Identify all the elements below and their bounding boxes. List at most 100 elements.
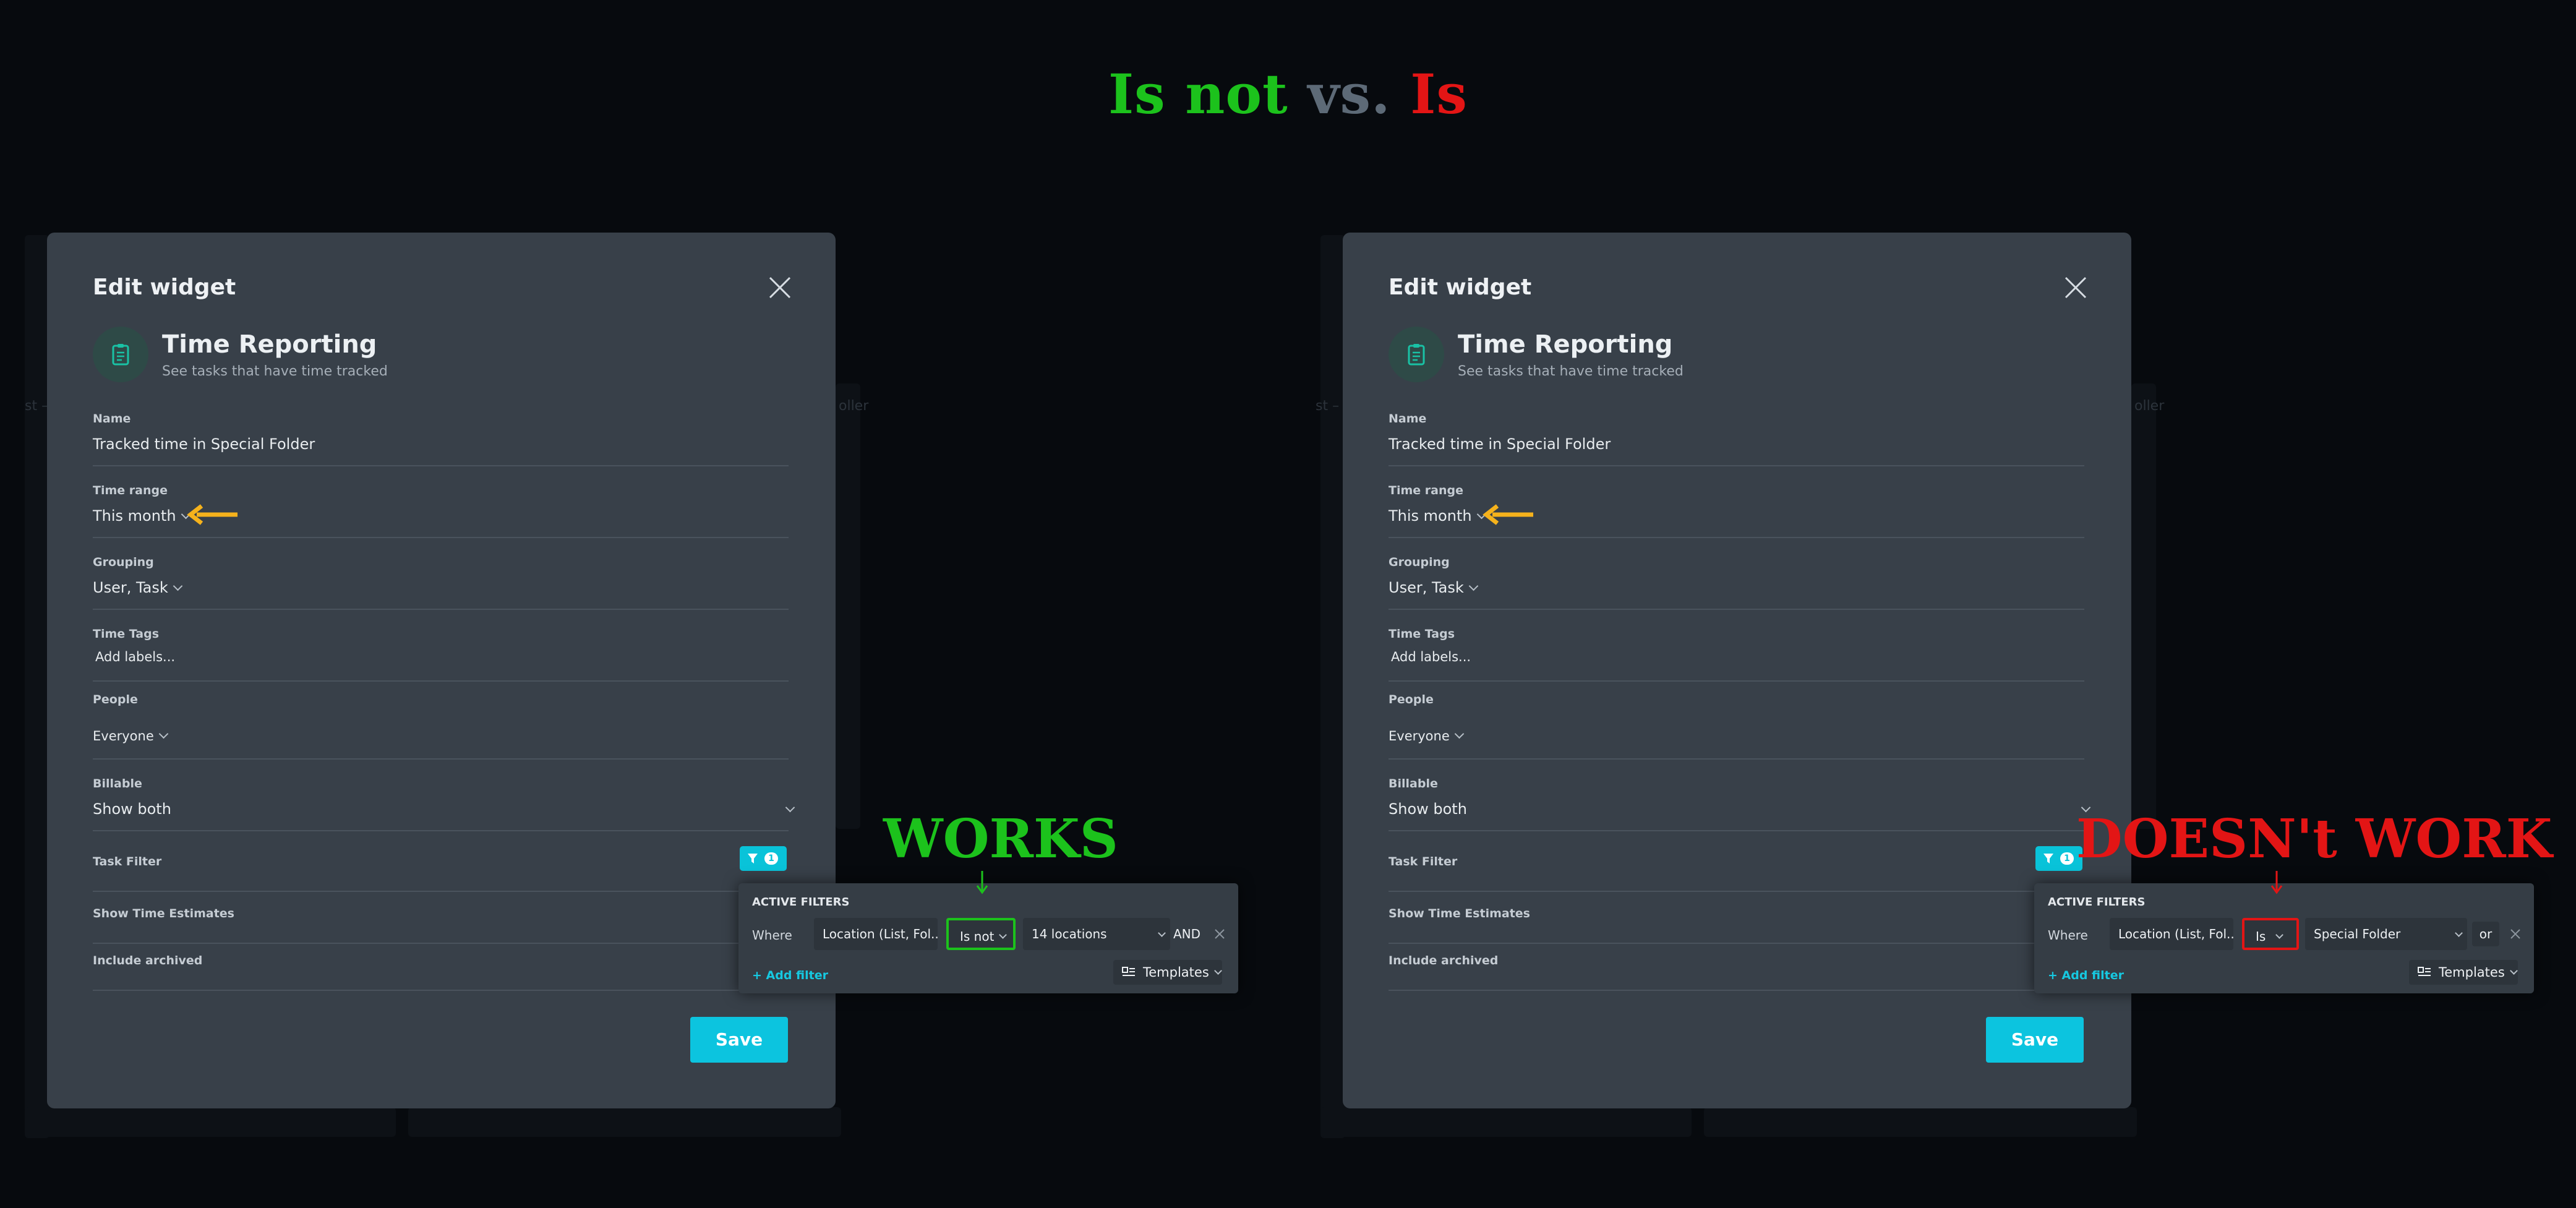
- widget-icon: [93, 327, 148, 382]
- include-archived-field[interactable]: Include archived: [93, 954, 789, 991]
- grouping-value: User, Task: [1389, 579, 1464, 596]
- time-range-label: Time range: [1389, 484, 1463, 497]
- filter-operator-select[interactable]: Is not: [946, 918, 1016, 950]
- people-label: People: [1389, 693, 1434, 706]
- filter-conjunction[interactable]: AND: [1170, 918, 1204, 950]
- filter-field-select[interactable]: Location (List, Fol...: [814, 918, 938, 950]
- name-value: Tracked time in Special Folder: [93, 435, 315, 453]
- remove-filter-icon[interactable]: [2509, 928, 2522, 940]
- chevron-down-icon: [2509, 967, 2518, 975]
- task-filter-label: Task Filter: [1389, 855, 1458, 868]
- filter-value-text: Special Folder: [2314, 927, 2401, 941]
- background-card: [2131, 383, 2156, 829]
- background-text: st –: [1316, 398, 1340, 414]
- templates-label: Templates: [1143, 965, 1209, 980]
- filter-operator-value: Is not: [960, 929, 995, 944]
- time-tags-field[interactable]: Time Tags Add labels...: [1389, 627, 2084, 682]
- time-range-value: This month: [1389, 507, 1472, 525]
- templates-label: Templates: [2439, 965, 2505, 980]
- people-label: People: [93, 693, 138, 706]
- billable-field[interactable]: Billable Show both: [93, 777, 795, 831]
- arrow-down-icon: [2270, 871, 2283, 894]
- widget-description: See tasks that have time tracked: [1458, 364, 1684, 379]
- filter-count-badge: 1: [2060, 852, 2074, 865]
- widget-icon: [1389, 327, 1444, 382]
- filter-count-badge: 1: [764, 852, 778, 865]
- doesnt-work-annotation: DOESN't WORK: [2076, 808, 2552, 870]
- filter-conjunction[interactable]: or: [2472, 922, 2499, 946]
- time-tags-input[interactable]: Add labels...: [95, 649, 789, 664]
- close-icon[interactable]: [768, 276, 792, 299]
- background-card: [408, 1107, 841, 1137]
- time-tags-label: Time Tags: [1389, 627, 1455, 641]
- arrow-down-icon: [976, 871, 988, 894]
- close-icon[interactable]: [2064, 276, 2087, 299]
- grouping-label: Grouping: [93, 555, 154, 569]
- remove-filter-icon[interactable]: [1213, 928, 1226, 940]
- save-button[interactable]: Save: [690, 1017, 788, 1063]
- time-tags-input[interactable]: Add labels...: [1391, 649, 2084, 664]
- include-archived-label: Include archived: [1389, 954, 1499, 967]
- name-field[interactable]: Name Tracked time in Special Folder: [93, 412, 789, 466]
- grouping-field[interactable]: Grouping User, Task: [93, 555, 789, 610]
- filter-field-select[interactable]: Location (List, Fol...: [2110, 918, 2233, 950]
- grouping-label: Grouping: [1389, 555, 1450, 569]
- templates-button[interactable]: Templates: [2409, 960, 2518, 985]
- edit-widget-modal: Edit widget Time Reporting See tasks tha…: [1343, 233, 2131, 1108]
- filter-operator-select[interactable]: Is: [2242, 918, 2299, 950]
- show-time-estimates-field[interactable]: Show Time Estimates: [93, 907, 789, 944]
- billable-label: Billable: [93, 777, 142, 790]
- active-filters-header: ACTIVE FILTERS: [2048, 896, 2146, 909]
- name-label: Name: [1389, 412, 1427, 426]
- templates-icon: [2418, 967, 2431, 976]
- task-filter-button[interactable]: 1: [740, 846, 787, 871]
- save-button[interactable]: Save: [1986, 1017, 2084, 1063]
- people-field[interactable]: People Everyone: [1389, 693, 2084, 760]
- filter-value-select[interactable]: Special Folder: [2305, 918, 2467, 950]
- people-value: Everyone: [93, 729, 154, 743]
- filter-icon: [748, 854, 758, 863]
- filter-value-select[interactable]: 14 locations: [1023, 918, 1170, 950]
- filter-icon: [2043, 854, 2053, 863]
- chevron-down-icon: [785, 802, 795, 813]
- name-field[interactable]: Name Tracked time in Special Folder: [1389, 412, 2084, 466]
- background-card: [836, 383, 860, 829]
- widget-name: Time Reporting: [1458, 330, 1673, 359]
- edit-widget-modal: Edit widget Time Reporting See tasks tha…: [47, 233, 836, 1108]
- grouping-value: User, Task: [93, 579, 168, 596]
- background-card: [25, 235, 49, 1138]
- add-filter-link[interactable]: + Add filter: [752, 969, 828, 982]
- show-time-estimates-field[interactable]: Show Time Estimates: [1389, 907, 2084, 944]
- background-card: [1320, 235, 1345, 1138]
- arrow-left-icon: [1483, 504, 1533, 525]
- include-archived-label: Include archived: [93, 954, 203, 967]
- active-filters-popup: ACTIVE FILTERS Where Location (List, Fol…: [738, 883, 1238, 993]
- show-time-estimates-label: Show Time Estimates: [1389, 907, 1530, 920]
- filter-operator-value: Is: [2256, 929, 2266, 944]
- include-archived-field[interactable]: Include archived: [1389, 954, 2084, 991]
- name-label: Name: [93, 412, 131, 426]
- templates-icon: [1122, 967, 1135, 976]
- modal-title: Edit widget: [93, 275, 236, 300]
- people-value: Everyone: [1389, 729, 1450, 743]
- chevron-down-icon: [158, 729, 169, 739]
- widget-description: See tasks that have time tracked: [162, 364, 388, 379]
- time-tags-label: Time Tags: [93, 627, 160, 641]
- task-filter-field: Task Filter: [1389, 855, 2084, 892]
- arrow-left-icon: [187, 504, 237, 525]
- billable-field[interactable]: Billable Show both: [1389, 777, 2091, 831]
- chevron-down-icon: [1158, 929, 1166, 937]
- billable-value: Show both: [1389, 800, 1467, 818]
- grouping-field[interactable]: Grouping User, Task: [1389, 555, 2084, 610]
- right-panel: st – oller Edit widget Time Reporting Se…: [1296, 0, 2576, 1208]
- where-label: Where: [2048, 928, 2088, 943]
- background-card: [25, 1107, 396, 1137]
- templates-button[interactable]: Templates: [1113, 960, 1222, 985]
- time-tags-field[interactable]: Time Tags Add labels...: [93, 627, 789, 682]
- task-filter-field: Task Filter: [93, 855, 789, 892]
- chevron-down-icon: [173, 581, 183, 591]
- add-filter-link[interactable]: + Add filter: [2048, 969, 2124, 982]
- people-field[interactable]: People Everyone: [93, 693, 789, 760]
- task-filter-button[interactable]: 1: [2035, 846, 2082, 871]
- filter-value-text: 14 locations: [1032, 927, 1107, 941]
